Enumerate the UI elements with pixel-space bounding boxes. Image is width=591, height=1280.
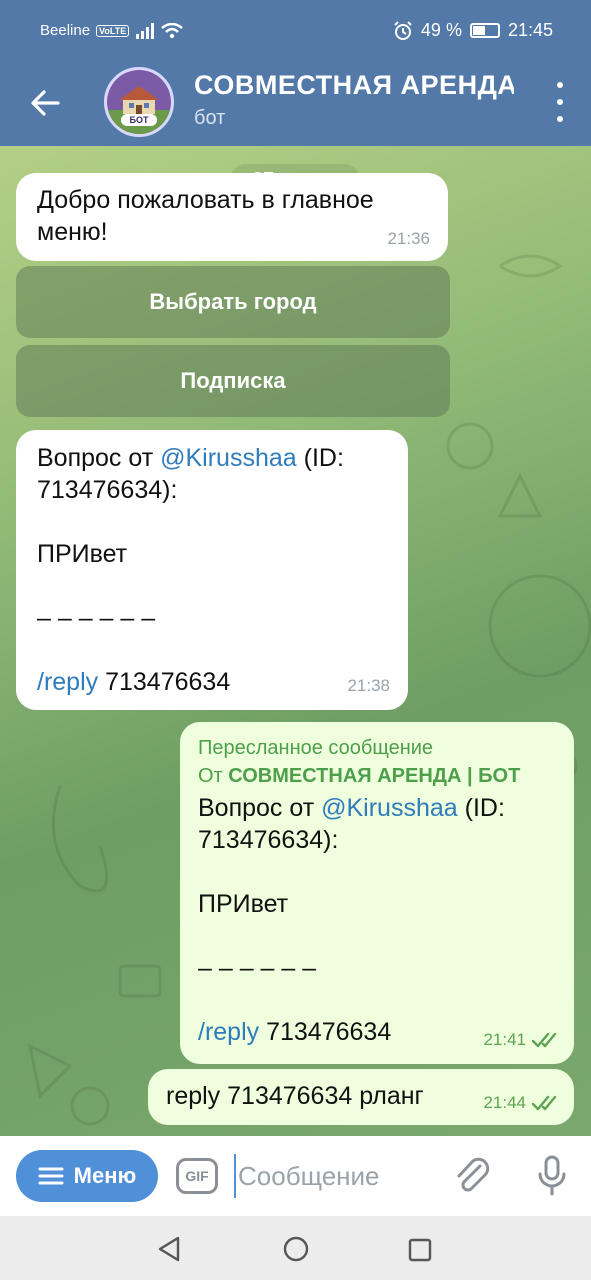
clock: 21:45 [507, 20, 553, 40]
hamburger-icon [38, 1167, 64, 1185]
outgoing-message[interactable]: reply 713476634 рланг 21:44 [148, 1069, 574, 1125]
menu-label: Меню [73, 1163, 137, 1188]
dot-icon [557, 82, 563, 88]
message-text: reply 713476634 рланг [166, 1082, 424, 1110]
message-time: 21:38 [347, 676, 390, 695]
status-left: Beeline VoLTE [40, 22, 183, 39]
carrier-label: Beeline [40, 22, 91, 39]
separator-line: – – – – – – [198, 954, 317, 982]
message-input[interactable] [234, 1154, 434, 1198]
reply-command-line: /reply 713476634 [37, 666, 397, 698]
message-time-text: 21:41 [483, 1030, 526, 1049]
message-time: 21:41 [483, 1024, 560, 1056]
separator-line: – – – – – – [37, 604, 156, 632]
message-text: Добро пожаловать в главное меню! [37, 186, 374, 246]
chat-subtitle: бот [194, 107, 226, 129]
keyboard-button-subscription[interactable]: Подписка [16, 345, 450, 417]
forward-from-name[interactable]: СОВМЕСТНАЯ АРЕНДА | БОТ [228, 765, 520, 787]
nav-back-button[interactable] [156, 1236, 182, 1267]
microphone-button[interactable] [532, 1154, 572, 1198]
reply-command-arg: 713476634 [259, 1018, 392, 1046]
attach-button[interactable] [452, 1154, 492, 1198]
reply-command-link[interactable]: /reply [198, 1018, 259, 1046]
double-check-icon [532, 1095, 557, 1111]
message-time: 21:44 [483, 1087, 560, 1119]
circle-home-icon [283, 1236, 309, 1262]
wifi-icon [161, 22, 183, 38]
volte-badge: VoLTE [96, 24, 130, 37]
nav-recent-button[interactable] [408, 1238, 432, 1267]
battery-icon [469, 23, 500, 38]
incoming-message[interactable]: Вопрос от @Kirusshaa (ID: 713476634): ПР… [16, 430, 408, 710]
microphone-icon [538, 1155, 566, 1196]
keyboard-button-choose-city[interactable]: Выбрать город [16, 266, 450, 338]
triangle-back-icon [158, 1236, 180, 1262]
chat-area[interactable]: 27 марта Добро пожаловать в главное меню… [0, 146, 591, 1136]
chat-title[interactable]: СОВМЕСТНАЯ АРЕНДА [194, 70, 514, 101]
status-bar: Beeline VoLTE 49 % 21:45 [0, 0, 591, 60]
mention-link[interactable]: @Kirusshaa [321, 794, 458, 822]
dot-icon [557, 99, 563, 105]
reply-command-link[interactable]: /reply [37, 668, 98, 696]
reply-command-arg: 713476634 [98, 668, 231, 696]
more-menu-button[interactable] [555, 82, 565, 122]
house-logo-icon: БОТ [107, 70, 171, 134]
question-line: Вопрос от @Kirusshaa (ID: 713476634): [37, 442, 397, 506]
status-right: 49 % 21:45 [393, 20, 553, 41]
nav-home-button[interactable] [283, 1236, 309, 1267]
outgoing-forwarded-message[interactable]: Пересланное сообщение От СОВМЕСТНАЯ АРЕН… [180, 722, 574, 1064]
avatar-badge: БОТ [130, 115, 149, 125]
double-check-icon [532, 1032, 557, 1048]
battery-percent: 49 % [420, 20, 462, 40]
forward-from-prefix: От [198, 765, 229, 787]
avatar[interactable]: БОТ [104, 67, 174, 137]
message-body: Пересланное сообщение От СОВМЕСТНАЯ АРЕН… [198, 734, 568, 1048]
chat-header: БОТ СОВМЕСТНАЯ АРЕНДА бот [0, 60, 591, 146]
alarm-icon [394, 20, 412, 40]
gif-button[interactable]: GIF [176, 1158, 218, 1194]
question-prefix: Вопрос от [198, 794, 322, 822]
mention-link[interactable]: @Kirusshaa [160, 444, 297, 472]
message-time: 21:36 [387, 229, 430, 248]
forward-from-line[interactable]: От СОВМЕСТНАЯ АРЕНДА | БОТ [198, 762, 568, 790]
back-button[interactable] [22, 80, 68, 126]
dot-icon [557, 116, 563, 122]
question-body: ПРИвет [198, 890, 289, 918]
incoming-message[interactable]: Добро пожаловать в главное меню! 21:36 [16, 173, 448, 261]
message-input-bar: Меню GIF [0, 1136, 591, 1216]
square-recent-icon [408, 1238, 432, 1262]
message-time-text: 21:44 [483, 1093, 526, 1112]
paperclip-icon [457, 1157, 490, 1192]
message-body: Вопрос от @Kirusshaa (ID: 713476634): ПР… [37, 442, 397, 698]
question-prefix: Вопрос от [37, 444, 161, 472]
question-line: Вопрос от @Kirusshaa (ID: 713476634): [198, 792, 568, 856]
system-nav-bar [0, 1216, 591, 1280]
bot-menu-button[interactable]: Меню [16, 1150, 158, 1202]
forward-label: Пересланное сообщение [198, 737, 434, 759]
arrow-left-icon [31, 90, 60, 116]
signal-icon [136, 22, 155, 39]
question-body: ПРИвет [37, 540, 128, 568]
